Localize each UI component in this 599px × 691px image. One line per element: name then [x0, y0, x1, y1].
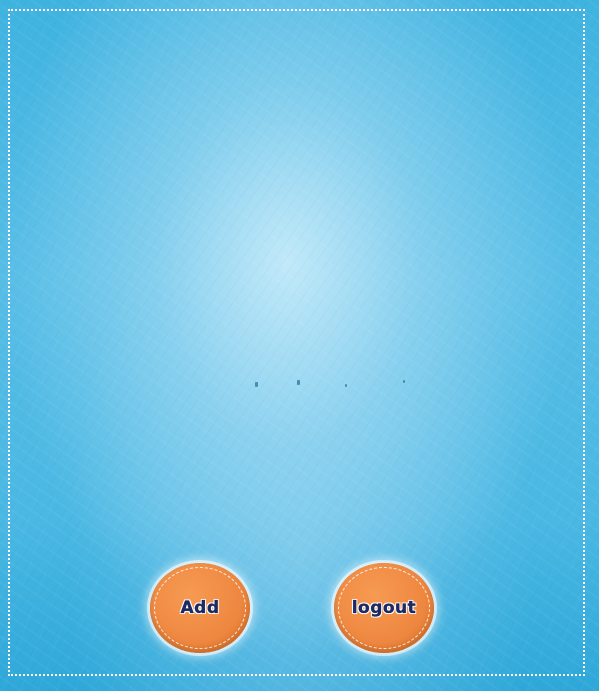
logout-button[interactable]: logout — [334, 563, 434, 653]
add-button[interactable]: Add — [150, 563, 250, 653]
decorative-speck — [345, 384, 347, 387]
decorative-speck — [297, 380, 300, 385]
decorative-speck — [255, 382, 258, 387]
dotted-border-frame — [8, 9, 585, 676]
logout-button-label: logout — [351, 598, 417, 618]
decorative-speck — [403, 380, 405, 383]
add-button-label: Add — [180, 598, 220, 618]
